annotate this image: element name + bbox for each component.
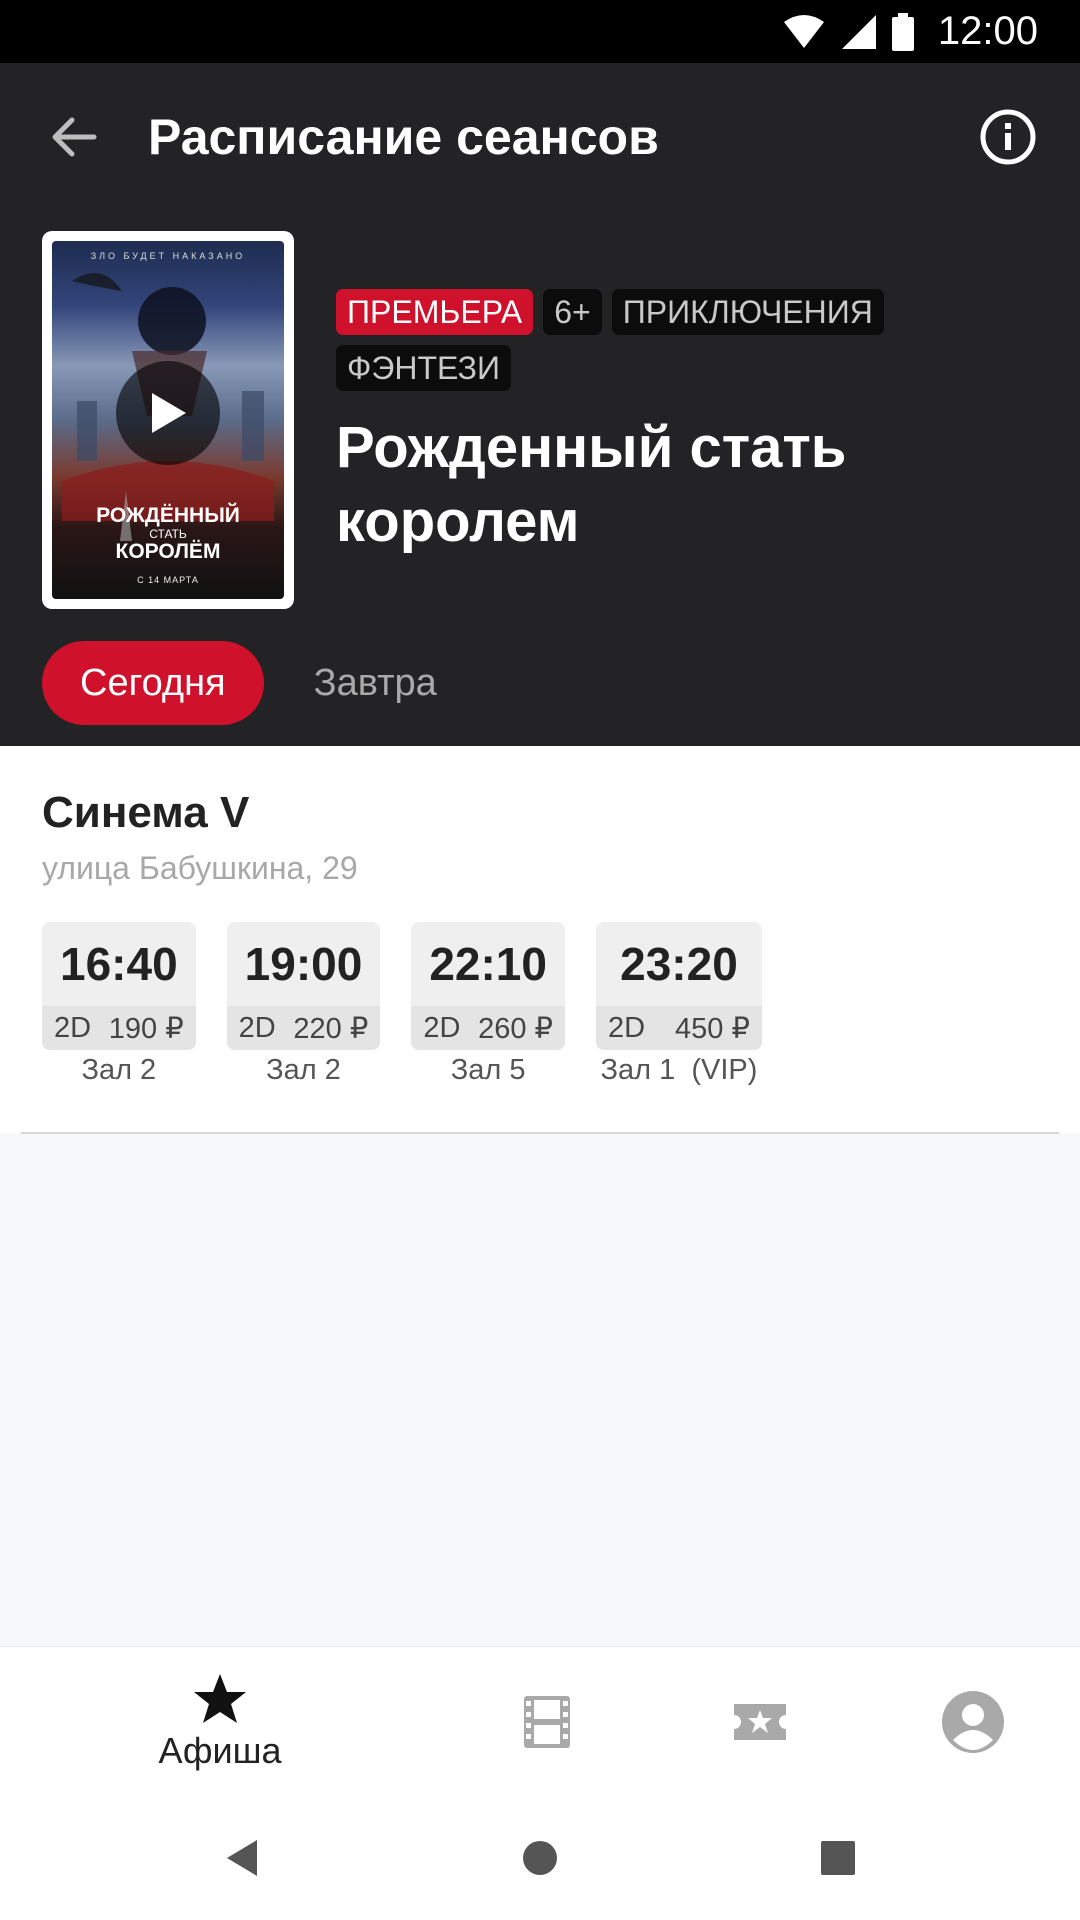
day-tabs: Сегодня Завтра bbox=[42, 641, 475, 725]
battery-icon bbox=[891, 12, 914, 51]
session-price: 260 ₽ bbox=[478, 1012, 553, 1045]
tag-genre-adventure: ПРИКЛЮЧЕНИЯ bbox=[611, 289, 884, 335]
page-title: Расписание сеансов bbox=[148, 109, 659, 165]
session-item: 16:40 2D 190 ₽ Зал 2 bbox=[42, 922, 196, 1087]
play-trailer-button[interactable] bbox=[116, 361, 220, 465]
movie-title: Рожденный стать королем bbox=[336, 415, 847, 554]
session-meta: 2D 450 ₽ bbox=[595, 1006, 762, 1050]
movie-tags: ПРЕМЬЕРА 6+ ПРИКЛЮЧЕНИЯ ФЭНТЕЗИ bbox=[336, 289, 1036, 391]
app-bar: Расписание сеансов bbox=[0, 63, 1080, 211]
session-price: 220 ₽ bbox=[293, 1012, 369, 1045]
session-button[interactable]: 19:00 2D 220 ₽ bbox=[226, 922, 381, 1050]
back-button[interactable] bbox=[44, 107, 104, 167]
info-icon bbox=[980, 109, 1036, 165]
session-meta: 2D 190 ₽ bbox=[42, 1006, 196, 1050]
tag-age-rating: 6+ bbox=[543, 289, 602, 335]
tab-tomorrow[interactable]: Завтра bbox=[276, 641, 475, 725]
circle-home-icon bbox=[523, 1841, 557, 1875]
session-time: 23:20 bbox=[620, 938, 738, 990]
nav-profile[interactable] bbox=[873, 1647, 1073, 1797]
movie-header: Расписание сеансов ЗЛО БУДЕТ НАКАЗАНО РО… bbox=[0, 63, 1080, 746]
poster-image: ЗЛО БУДЕТ НАКАЗАНО РОЖДЁННЫЙ СТАТЬ КОРОЛ… bbox=[52, 241, 284, 599]
wifi-icon bbox=[783, 14, 824, 48]
nav-films[interactable] bbox=[447, 1647, 647, 1797]
session-hall: Зал 1 (VIP) bbox=[600, 1054, 758, 1086]
signal-icon bbox=[841, 14, 876, 49]
session-time: 22:10 bbox=[429, 938, 547, 990]
cinema-address: улица Бабушкина, 29 bbox=[42, 850, 358, 886]
status-clock: 12:00 bbox=[937, 9, 1038, 53]
session-button[interactable]: 16:40 2D 190 ₽ bbox=[42, 922, 196, 1050]
system-recents-button[interactable] bbox=[808, 1828, 868, 1888]
poster-release-date: С 14 МАРТА bbox=[137, 575, 199, 585]
session-format: 2D bbox=[238, 1011, 276, 1044]
session-meta: 2D 260 ₽ bbox=[411, 1006, 565, 1050]
system-back-button[interactable] bbox=[212, 1828, 272, 1888]
system-navigation-bar bbox=[0, 1796, 1080, 1920]
session-item: 23:20 2D 450 ₽ Зал 1 (VIP) bbox=[595, 922, 762, 1087]
status-bar: 12:00 bbox=[0, 0, 1080, 63]
movie-poster[interactable]: ЗЛО БУДЕТ НАКАЗАНО РОЖДЁННЫЙ СТАТЬ КОРОЛ… bbox=[42, 231, 294, 609]
tag-premiere: ПРЕМЬЕРА bbox=[336, 289, 534, 335]
session-meta: 2D 220 ₽ bbox=[226, 1006, 381, 1050]
profile-icon bbox=[942, 1691, 1004, 1753]
cinema-card: Синема V улица Бабушкина, 29 16:40 2D 19… bbox=[0, 746, 1080, 1133]
session-format: 2D bbox=[423, 1011, 461, 1044]
session-format: 2D bbox=[54, 1011, 92, 1044]
triangle-back-icon bbox=[227, 1840, 257, 1876]
session-time: 19:00 bbox=[244, 938, 363, 990]
divider bbox=[21, 1132, 1059, 1134]
session-price: 450 ₽ bbox=[675, 1012, 750, 1045]
session-button[interactable]: 22:10 2D 260 ₽ bbox=[411, 922, 565, 1050]
cinema-name[interactable]: Синема V bbox=[42, 788, 249, 838]
play-icon bbox=[152, 393, 186, 433]
ticket-icon bbox=[734, 1704, 786, 1740]
arrow-back-icon bbox=[52, 117, 97, 157]
session-hall: Зал 5 bbox=[450, 1054, 526, 1086]
bottom-navigation: Афиша bbox=[0, 1646, 1080, 1796]
session-list: 16:40 2D 190 ₽ Зал 2 19:00 2D 220 ₽ Зал … bbox=[42, 922, 762, 1087]
session-item: 19:00 2D 220 ₽ Зал 2 bbox=[226, 922, 381, 1087]
session-price: 190 ₽ bbox=[108, 1012, 184, 1045]
square-recents-icon bbox=[821, 1841, 855, 1875]
nav-afisha[interactable]: Афиша bbox=[120, 1647, 320, 1797]
star-icon bbox=[194, 1674, 246, 1723]
session-item: 22:10 2D 260 ₽ Зал 5 bbox=[411, 922, 565, 1087]
system-home-button[interactable] bbox=[510, 1828, 570, 1888]
nav-tickets[interactable] bbox=[660, 1647, 860, 1797]
session-time: 16:40 bbox=[60, 938, 178, 990]
info-button[interactable] bbox=[978, 107, 1038, 167]
session-hall: Зал 2 bbox=[266, 1054, 341, 1086]
tab-today[interactable]: Сегодня bbox=[42, 641, 264, 725]
poster-title-line1: РОЖДЁННЫЙ bbox=[96, 504, 240, 527]
session-button[interactable]: 23:20 2D 450 ₽ bbox=[595, 922, 762, 1050]
poster-title-line2: СТАТЬ bbox=[149, 527, 187, 541]
session-format: 2D bbox=[607, 1011, 646, 1044]
session-hall: Зал 2 bbox=[81, 1054, 157, 1086]
poster-title-line3: КОРОЛЁМ bbox=[115, 540, 221, 563]
poster-title: РОЖДЁННЫЙ СТАТЬ КОРОЛЁМ bbox=[52, 505, 284, 563]
tag-genre-fantasy: ФЭНТЕЗИ bbox=[336, 345, 511, 391]
film-icon bbox=[524, 1696, 570, 1748]
nav-afisha-label: Афиша bbox=[158, 1730, 282, 1771]
